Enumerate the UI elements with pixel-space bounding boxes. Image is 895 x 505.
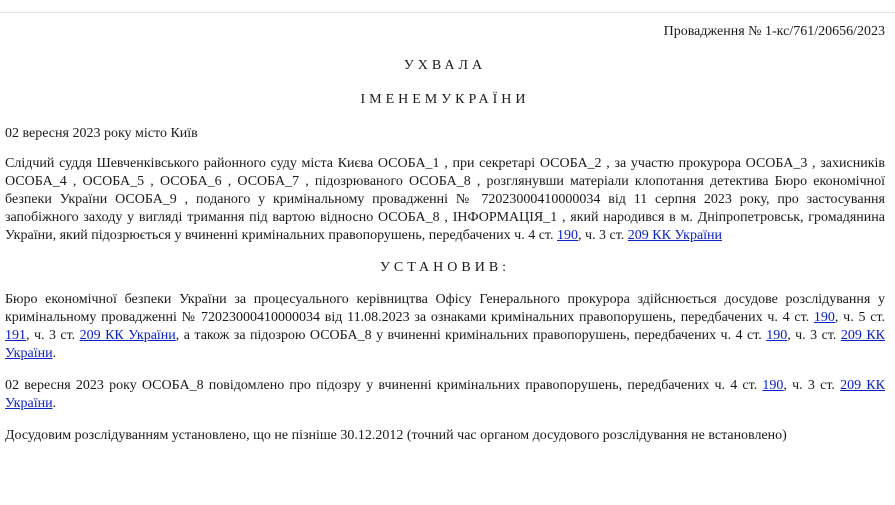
article-190-link[interactable]: 190 <box>762 378 783 393</box>
case-number: Провадження № 1-кс/761/20656/2023 <box>663 24 885 39</box>
intro-paragraph: Слідчий суддя Шевченківського районного … <box>5 155 885 245</box>
article-191-link[interactable]: 191 <box>5 328 26 343</box>
article-209-link[interactable]: 209 КК України <box>628 228 722 243</box>
article-190-link[interactable]: 190 <box>766 328 787 343</box>
paragraph-text-mid: , ч. 5 ст. <box>834 310 885 325</box>
section-heading: УСТАНОВИВ: <box>379 260 511 275</box>
article-190-link[interactable]: 190 <box>557 228 578 243</box>
intro-text-mid: , ч. 3 ст. <box>577 228 628 243</box>
article-209-link[interactable]: 209 КК України <box>80 328 176 343</box>
document-title: УХВАЛА <box>403 58 487 73</box>
paragraph-text: 02 вересня 2023 року ОСОБА_8 повідомлено… <box>5 378 763 393</box>
document-subtitle: ІМЕНЕМУКРАЇНИ <box>360 92 530 107</box>
intro-text: Слідчий суддя Шевченківського районного … <box>5 156 885 243</box>
document-body: Провадження № 1-кс/761/20656/2023 УХВАЛА… <box>5 12 885 445</box>
paragraph-text-mid: , ч. 3 ст. <box>26 328 80 343</box>
article-190-link[interactable]: 190 <box>814 310 835 325</box>
paragraph-text: Досудовим розслідуванням установлено, що… <box>5 428 787 443</box>
paragraph-text-mid: , ч. 3 ст. <box>783 378 841 393</box>
paragraph-text-end: . <box>52 346 57 361</box>
paragraph-text-end: . <box>52 396 57 411</box>
paragraph-investigation: Бюро економічної безпеки України за проц… <box>5 291 885 363</box>
paragraph-suspicion: 02 вересня 2023 року ОСОБА_8 повідомлено… <box>5 377 885 413</box>
date-place: 02 вересня 2023 року місто Київ <box>5 126 198 141</box>
paragraph-text-mid: , ч. 3 ст. <box>787 328 841 343</box>
paragraph-findings: Досудовим розслідуванням установлено, що… <box>5 427 885 445</box>
paragraph-text: Бюро економічної безпеки України за проц… <box>5 292 885 325</box>
paragraph-text-mid: , а також за підозрою ОСОБА_8 у вчиненні… <box>175 328 767 343</box>
